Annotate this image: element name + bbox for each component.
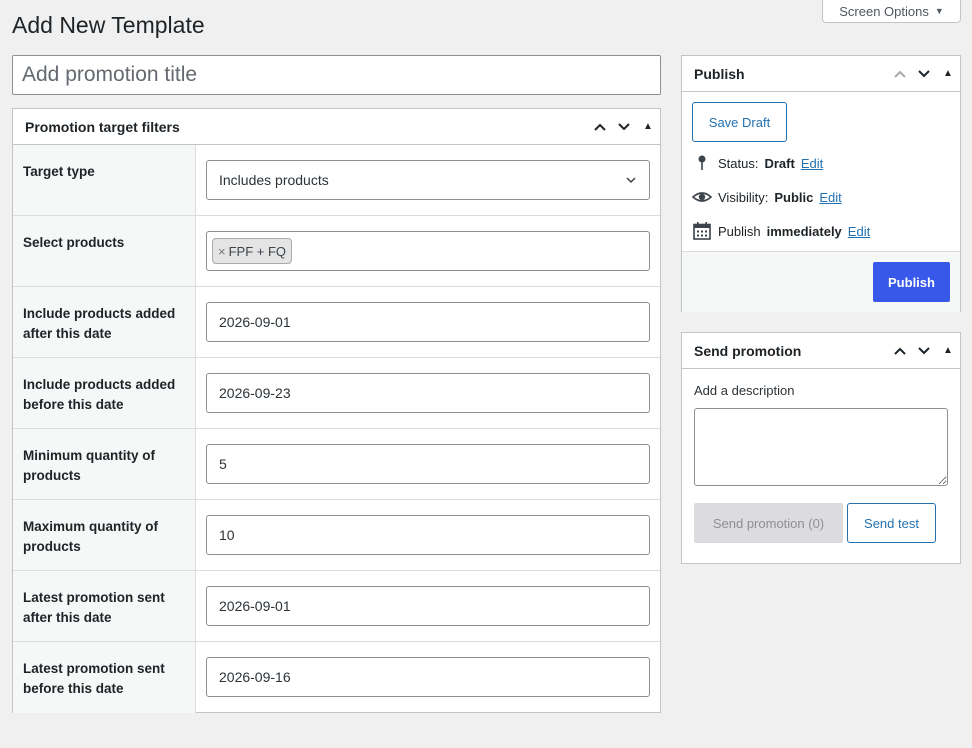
token-remove-icon[interactable]: × — [218, 244, 226, 259]
send-promotion-box: Send promotion ▲ Add a description Send … — [681, 332, 961, 564]
added-before-row: Include products added before this date — [13, 358, 660, 429]
sent-before-row: Latest promotion sent before this date — [13, 642, 660, 713]
select-products-input[interactable]: × FPF + FQ — [206, 231, 650, 271]
sent-before-input[interactable] — [206, 657, 650, 697]
calendar-icon — [693, 222, 711, 240]
added-after-row: Include products added after this date — [13, 287, 660, 358]
filters-box-title: Promotion target filters — [25, 118, 180, 135]
target-type-value: Includes products — [219, 172, 329, 188]
sent-after-row: Latest promotion sent after this date — [13, 571, 660, 642]
send-box-title: Send promotion — [694, 342, 802, 359]
send-promotion-button[interactable]: Send promotion (0) — [694, 503, 843, 543]
toggle-panel-icon[interactable]: ▲ — [936, 56, 960, 92]
caret-down-icon: ▼ — [934, 6, 944, 16]
move-down-icon[interactable] — [912, 56, 936, 92]
status-value: Draft — [764, 155, 795, 171]
edit-publish-date-link[interactable]: Edit — [848, 224, 870, 239]
filters-box-header: Promotion target filters ▲ — [13, 109, 660, 145]
visibility-label: Visibility: — [718, 189, 769, 205]
send-actions: Send promotion (0) Send test — [694, 503, 948, 543]
sent-after-label: Latest promotion sent after this date — [13, 571, 196, 641]
min-quantity-label: Minimum quantity of products — [13, 429, 196, 499]
page-title: Add New Template — [12, 12, 205, 38]
send-box-handle-actions: ▲ — [888, 333, 960, 368]
added-before-label: Include products added before this date — [13, 358, 196, 428]
sent-before-label: Latest promotion sent before this date — [13, 642, 196, 713]
description-textarea[interactable] — [694, 408, 948, 486]
send-box-body: Add a description Send promotion (0) Sen… — [682, 369, 960, 543]
status-label: Status: — [718, 155, 759, 171]
added-before-input[interactable] — [206, 373, 650, 413]
product-token-label: FPF + FQ — [228, 243, 287, 259]
move-up-icon[interactable] — [888, 56, 912, 92]
max-quantity-input[interactable] — [206, 515, 650, 555]
move-down-icon[interactable] — [612, 109, 636, 145]
publish-date-row: Publish immediately Edit — [692, 221, 870, 241]
screen-options-button[interactable]: Screen Options ▼ — [822, 0, 961, 23]
save-draft-button[interactable]: Save Draft — [692, 102, 787, 142]
publish-box: Publish ▲ Save Draft Status: Draft Edit Vi… — [681, 55, 961, 312]
eye-icon — [692, 192, 712, 202]
send-test-button[interactable]: Send test — [847, 503, 936, 543]
move-up-icon[interactable] — [588, 109, 612, 145]
publish-box-body: Save Draft Status: Draft Edit Visibility: P… — [682, 92, 960, 251]
send-box-header: Send promotion ▲ — [682, 333, 960, 369]
target-type-row: Target type Includes products — [13, 145, 660, 216]
publish-box-footer: Publish — [682, 251, 960, 312]
visibility-row: Visibility: Public Edit — [692, 187, 842, 207]
publish-box-handle-actions: ▲ — [888, 56, 960, 91]
publish-date-label: Publish — [718, 223, 761, 239]
added-after-input[interactable] — [206, 302, 650, 342]
move-down-icon[interactable] — [912, 333, 936, 369]
chevron-down-icon — [626, 177, 636, 184]
status-row: Status: Draft Edit — [692, 153, 823, 173]
select-products-row: Select products × FPF + FQ — [13, 216, 660, 287]
move-up-icon[interactable] — [888, 333, 912, 369]
pin-icon — [698, 155, 706, 170]
promotion-target-filters-box: Promotion target filters ▲ Target type I… — [12, 108, 661, 713]
min-quantity-row: Minimum quantity of products — [13, 429, 660, 500]
edit-status-link[interactable]: Edit — [801, 156, 823, 171]
promotion-title-input[interactable] — [12, 55, 661, 95]
sent-after-input[interactable] — [206, 586, 650, 626]
visibility-value: Public — [774, 189, 814, 205]
select-products-label: Select products — [13, 216, 196, 286]
max-quantity-label: Maximum quantity of products — [13, 500, 196, 570]
edit-visibility-link[interactable]: Edit — [819, 190, 841, 205]
screen-options-label: Screen Options — [839, 3, 929, 19]
publish-box-title: Publish — [694, 65, 745, 82]
target-type-label: Target type — [13, 145, 196, 215]
toggle-panel-icon[interactable]: ▲ — [936, 333, 960, 369]
target-type-select[interactable]: Includes products — [206, 160, 650, 200]
added-after-label: Include products added after this date — [13, 287, 196, 357]
description-label: Add a description — [694, 383, 795, 398]
min-quantity-input[interactable] — [206, 444, 650, 484]
publish-box-header: Publish ▲ — [682, 56, 960, 92]
publish-date-value: immediately — [766, 223, 842, 239]
max-quantity-row: Maximum quantity of products — [13, 500, 660, 571]
product-token: × FPF + FQ — [212, 238, 293, 264]
filters-box-handle-actions: ▲ — [588, 109, 660, 144]
toggle-panel-icon[interactable]: ▲ — [636, 109, 660, 145]
publish-button[interactable]: Publish — [873, 262, 950, 302]
